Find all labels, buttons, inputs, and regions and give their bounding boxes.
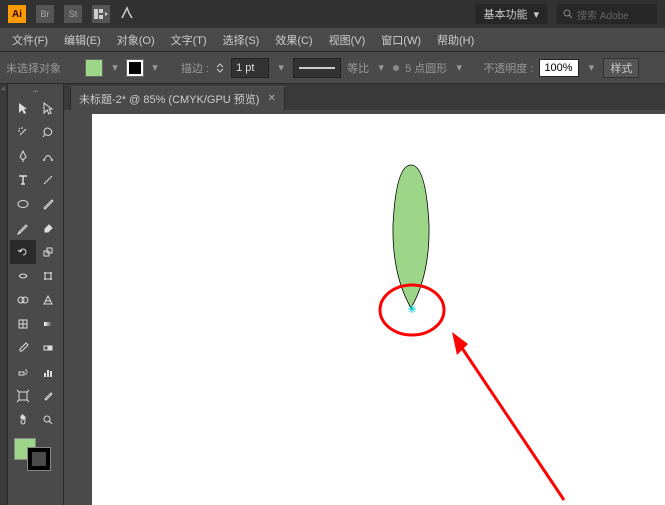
column-graph-tool[interactable] — [36, 360, 62, 384]
artwork-overlay — [64, 110, 664, 505]
canvas[interactable] — [64, 110, 665, 505]
stroke-dropdown-icon[interactable]: ▾ — [149, 61, 161, 74]
menu-object[interactable]: 对象(O) — [109, 28, 163, 52]
search-icon — [563, 9, 573, 19]
stroke-style-preview[interactable] — [293, 58, 341, 78]
gradient-tool[interactable] — [36, 312, 62, 336]
curvature-tool[interactable] — [36, 144, 62, 168]
document-tab[interactable]: 未标题-2* @ 85% (CMYK/GPU 预览) ✕ — [70, 86, 285, 110]
eyedropper-tool[interactable] — [10, 336, 36, 360]
stroke-label: 描边 : — [181, 60, 209, 76]
fill-dropdown-icon[interactable]: ▾ — [109, 61, 121, 74]
close-tab-icon[interactable]: ✕ — [267, 93, 275, 104]
control-bar: 未选择对象 ▾ ▾ 描边 : 1 pt ▾ 等比 ▾ 5 点圆形 ▾ 不透明度 … — [0, 52, 665, 84]
eraser-tool[interactable] — [36, 216, 62, 240]
mesh-tool[interactable] — [10, 312, 36, 336]
app-topbar: Ai Br St 基本功能 ▾ 搜索 Adobe — [0, 0, 665, 28]
toolbox-grip-icon[interactable]: ┅ — [10, 86, 61, 96]
type-tool[interactable] — [10, 168, 36, 192]
stroke-weight-input[interactable]: 1 pt — [231, 58, 269, 78]
menu-help[interactable]: 帮助(H) — [429, 28, 482, 52]
stroke-color-box[interactable] — [28, 448, 50, 470]
menu-effect[interactable]: 效果(C) — [267, 28, 320, 52]
stroke-swatch[interactable] — [127, 60, 143, 76]
menu-select[interactable]: 选择(S) — [215, 28, 268, 52]
pen-tool[interactable] — [10, 144, 36, 168]
shape-builder-tool[interactable] — [10, 288, 36, 312]
uniform-label: 等比 — [347, 60, 369, 76]
opacity-dropdown-icon[interactable]: ▾ — [585, 61, 597, 74]
magic-wand-tool[interactable] — [10, 120, 36, 144]
line-tool[interactable] — [36, 168, 62, 192]
ellipse-tool[interactable] — [10, 192, 36, 216]
document-tab-title: 未标题-2* @ 85% (CMYK/GPU 预览) — [79, 91, 259, 107]
opacity-input[interactable]: 100% — [539, 59, 579, 77]
artboard-tool[interactable] — [10, 384, 36, 408]
profile-dot-icon — [393, 65, 399, 71]
style-button[interactable]: 样式 — [603, 58, 639, 78]
zoom-tool[interactable] — [36, 408, 62, 432]
document-area: 未标题-2* @ 85% (CMYK/GPU 预览) ✕ — [64, 84, 665, 505]
collapse-chevron-icon: « — [0, 84, 7, 96]
search-input[interactable]: 搜索 Adobe — [557, 4, 657, 24]
stroke-weight-down-icon[interactable] — [215, 68, 225, 74]
profile-dropdown-icon[interactable]: ▾ — [453, 61, 465, 74]
rotation-center-marker — [408, 305, 416, 313]
direct-selection-tool[interactable] — [36, 96, 62, 120]
hand-tool[interactable] — [10, 408, 36, 432]
uniform-dropdown-icon[interactable]: ▾ — [375, 61, 387, 74]
selection-status: 未选择对象 — [6, 60, 61, 76]
menu-window[interactable]: 窗口(W) — [373, 28, 429, 52]
pencil-tool[interactable] — [10, 216, 36, 240]
color-well — [14, 438, 57, 472]
profile-label: 5 点圆形 — [405, 60, 447, 76]
perspective-tool[interactable] — [36, 288, 62, 312]
opacity-label: 不透明度 : — [483, 60, 533, 76]
symbol-sprayer-tool[interactable] — [10, 360, 36, 384]
free-transform-tool[interactable] — [36, 264, 62, 288]
search-placeholder: 搜索 Adobe — [577, 7, 629, 22]
menu-edit[interactable]: 编辑(E) — [56, 28, 109, 52]
arrange-documents-icon[interactable] — [92, 5, 110, 23]
workspace-label: 基本功能 — [483, 6, 527, 22]
stock-icon[interactable]: St — [64, 5, 82, 23]
menu-type[interactable]: 文字(T) — [163, 28, 215, 52]
work-area: « ┅ — [0, 84, 665, 505]
scale-tool[interactable] — [36, 240, 62, 264]
annotation-arrow — [452, 332, 564, 500]
fill-swatch[interactable] — [85, 59, 103, 77]
menu-bar: 文件(F) 编辑(E) 对象(O) 文字(T) 选择(S) 效果(C) 视图(V… — [0, 28, 665, 52]
stroke-weight-dropdown-icon[interactable]: ▾ — [275, 61, 287, 74]
slice-tool[interactable] — [36, 384, 62, 408]
menu-view[interactable]: 视图(V) — [321, 28, 374, 52]
blend-tool[interactable] — [36, 336, 62, 360]
chevron-down-icon: ▾ — [533, 8, 539, 21]
selection-tool[interactable] — [10, 96, 36, 120]
menu-file[interactable]: 文件(F) — [4, 28, 56, 52]
lasso-tool[interactable] — [36, 120, 62, 144]
toolbox: ┅ — [8, 84, 64, 505]
panel-collapse-strip[interactable]: « — [0, 84, 8, 505]
width-tool[interactable] — [10, 264, 36, 288]
paintbrush-tool[interactable] — [36, 192, 62, 216]
app-logo-icon: Ai — [8, 5, 26, 23]
gpu-perf-icon[interactable] — [120, 6, 134, 23]
workspace-switcher[interactable]: 基本功能 ▾ — [475, 4, 547, 24]
bridge-icon[interactable]: Br — [36, 5, 54, 23]
document-tab-strip: 未标题-2* @ 85% (CMYK/GPU 预览) ✕ — [64, 84, 665, 110]
rotate-tool[interactable] — [10, 240, 36, 264]
